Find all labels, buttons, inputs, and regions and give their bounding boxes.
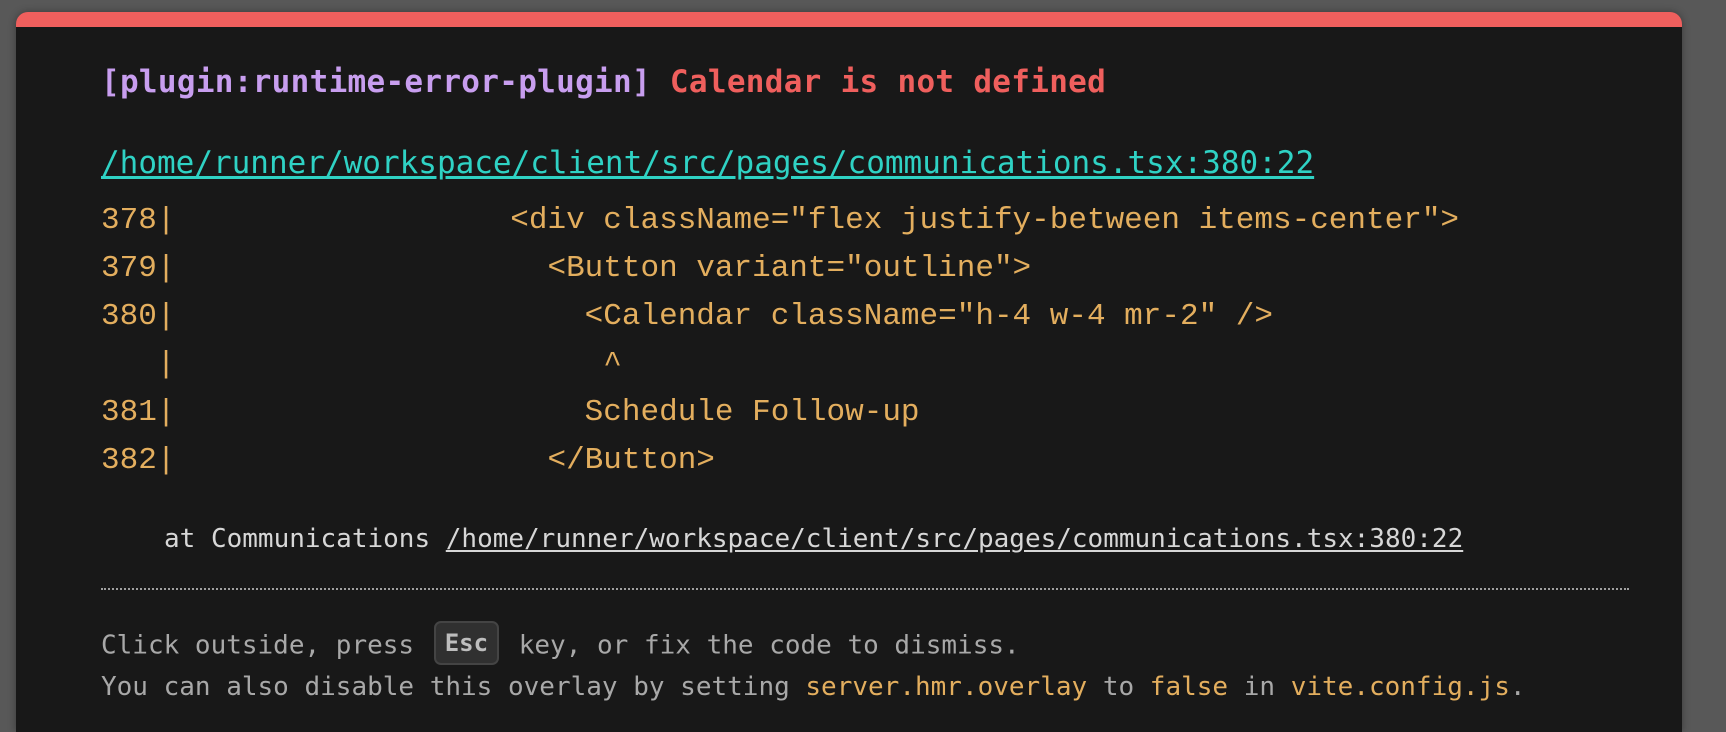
dismiss-tip-text: Click outside, press [101, 630, 430, 661]
dismiss-tip: Click outside, press Esc key, or fix the… [101, 621, 1020, 668]
code-frame-pointer-line: | ^ [101, 347, 622, 382]
stack-trace: at Communications /home/runner/workspace… [164, 524, 1463, 554]
dismiss-tip-text-end: key, or fix the code to dismiss. [503, 630, 1020, 661]
code-frame-line: 380| <Calendar className="h-4 w-4 mr-2" … [101, 299, 1273, 334]
code-frame: 378| <div className="flex justify-betwee… [101, 197, 1459, 485]
code-frame-line: 382| </Button> [101, 443, 715, 478]
config-file-name: vite.config.js [1290, 672, 1510, 702]
config-tip-text: You can also disable this overlay by set… [101, 672, 806, 702]
config-setting-name: server.hmr.overlay [805, 672, 1088, 702]
code-frame-line: 381| Schedule Follow-up [101, 395, 920, 430]
divider [101, 588, 1629, 590]
stack-file-link[interactable]: /home/runner/workspace/client/src/pages/… [446, 524, 1463, 554]
plugin-name: [plugin:runtime-error-plugin] [101, 64, 651, 100]
config-tip-to: to [1087, 672, 1150, 702]
config-tip-in: in [1228, 672, 1291, 702]
overlay-config-tip: You can also disable this overlay by set… [101, 672, 1526, 702]
code-frame-line: 379| <Button variant="outline"> [101, 251, 1032, 286]
error-overlay: [plugin:runtime-error-plugin] Calendar i… [16, 12, 1682, 732]
esc-key-badge: Esc [433, 621, 500, 665]
stack-prefix: at Communications [164, 524, 446, 554]
error-text: Calendar is not defined [669, 64, 1107, 100]
config-tip-end: . [1509, 672, 1526, 702]
code-frame-line: 378| <div className="flex justify-betwee… [101, 203, 1460, 238]
config-setting-value: false [1149, 672, 1229, 702]
error-file-link[interactable]: /home/runner/workspace/client/src/pages/… [101, 145, 1314, 181]
error-message: [plugin:runtime-error-plugin] Calendar i… [101, 64, 1106, 100]
